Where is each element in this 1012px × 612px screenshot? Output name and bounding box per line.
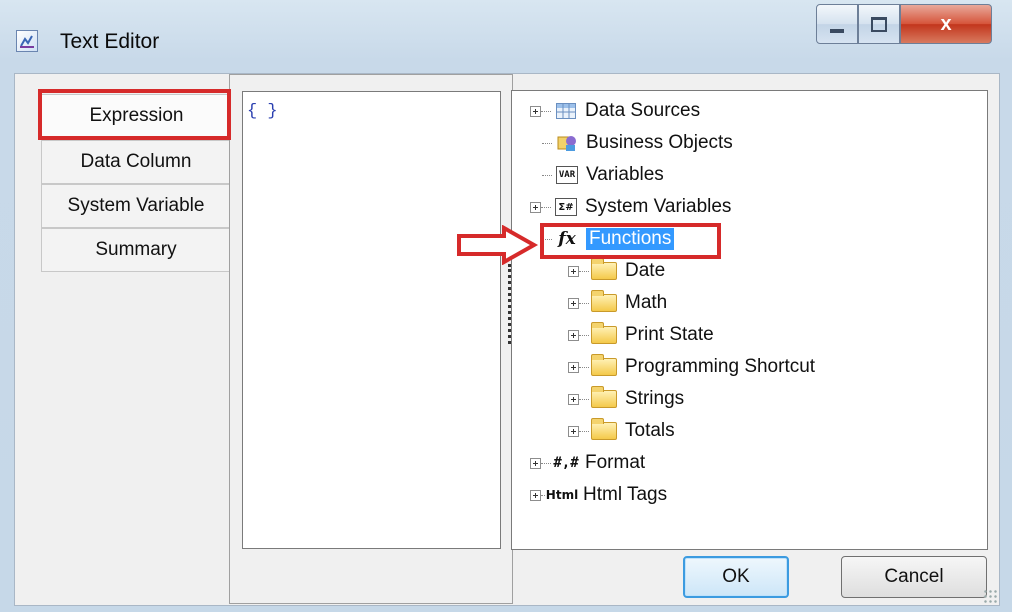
html-icon: Html [545, 488, 579, 502]
tab-strip: Expression Data Column System Variable S… [15, 74, 231, 604]
close-icon: x [940, 12, 952, 35]
folder-icon [591, 386, 617, 408]
expand-icon[interactable] [568, 329, 579, 341]
expand-icon[interactable] [568, 361, 579, 373]
minimize-icon [830, 29, 844, 33]
expand-icon[interactable] [568, 393, 579, 405]
expression-panel: { } [229, 74, 513, 604]
tree-item-label: Strings [625, 388, 685, 409]
tree-item-variables[interactable]: VAR Variables [542, 161, 664, 189]
tree-item-label: Date [625, 260, 666, 281]
window-title: Text Editor [60, 30, 160, 53]
text-editor-app-icon [16, 30, 38, 52]
expand-icon[interactable] [530, 457, 541, 469]
format-icon: #,# [553, 455, 579, 471]
tree-item-label: System Variables [585, 196, 732, 217]
tree-item-date[interactable]: Date [568, 257, 665, 285]
tree-item-label: Variables [586, 164, 664, 185]
var-icon: VAR [556, 166, 578, 184]
tree-item-label: Totals [625, 420, 675, 441]
tree-item-strings[interactable]: Strings [568, 385, 684, 413]
tab-label: Summary [95, 239, 177, 260]
tree-item-print-state[interactable]: Print State [568, 321, 714, 349]
tab-label: Data Column [80, 151, 192, 172]
expand-icon[interactable] [568, 297, 579, 309]
expand-icon[interactable] [530, 105, 541, 117]
title-bar[interactable]: Text Editor x [0, 0, 1012, 70]
expand-icon[interactable] [568, 425, 579, 437]
minimize-button[interactable] [816, 4, 858, 44]
tree-item-format[interactable]: #,# Format [530, 449, 645, 477]
folder-icon [591, 290, 617, 312]
tree-item-label: Business Objects [586, 132, 733, 153]
expand-icon[interactable] [530, 201, 541, 213]
folder-icon [591, 354, 617, 376]
folder-icon [591, 418, 617, 440]
dictionary-tree[interactable]: Data Sources Business Objects VAR Variab… [511, 90, 988, 550]
tree-item-math[interactable]: Math [568, 289, 667, 317]
tree-item-system-variables[interactable]: Σ# System Variables [530, 193, 731, 221]
tree-item-html-tags[interactable]: Html Html Tags [530, 481, 667, 509]
ok-button[interactable]: OK [683, 556, 789, 598]
folder-icon [591, 258, 617, 280]
expand-icon[interactable] [530, 489, 541, 501]
maximize-icon [871, 16, 887, 32]
text-editor-window: Text Editor x Expression Data Column Sys… [0, 0, 1012, 612]
folder-icon [591, 322, 617, 344]
red-arrow-icon [457, 225, 539, 265]
tree-item-business-objects[interactable]: Business Objects [542, 129, 733, 157]
resize-grip-icon[interactable] [983, 589, 997, 603]
tree-item-programming-shortcut[interactable]: Programming Shortcut [568, 353, 815, 381]
close-button[interactable]: x [900, 4, 992, 44]
window-controls: x [816, 4, 992, 50]
tree-item-label: Data Sources [585, 100, 701, 121]
system-variables-icon: Σ# [555, 198, 577, 216]
tab-system-variable[interactable]: System Variable [41, 184, 231, 228]
table-icon [555, 102, 577, 120]
tree-item-label: Math [625, 292, 668, 313]
tab-data-column[interactable]: Data Column [41, 140, 231, 184]
tree-item-data-sources[interactable]: Data Sources [530, 97, 700, 125]
expand-icon[interactable] [568, 265, 579, 277]
maximize-button[interactable] [858, 4, 900, 44]
tab-label: System Variable [67, 195, 205, 216]
cancel-button[interactable]: Cancel [841, 556, 987, 598]
highlight-functions-item [540, 223, 721, 259]
highlight-expression-tab [38, 89, 231, 140]
tab-summary[interactable]: Summary [41, 228, 231, 272]
tree-item-label: Html Tags [583, 484, 668, 505]
business-objects-icon [556, 134, 578, 152]
tree-item-label: Format [585, 452, 646, 473]
dialog-body: Expression Data Column System Variable S… [14, 73, 1000, 606]
tree-item-label: Programming Shortcut [625, 356, 816, 377]
tree-item-totals[interactable]: Totals [568, 417, 675, 445]
tree-item-label: Print State [625, 324, 714, 345]
expression-editor[interactable]: { } [242, 91, 501, 549]
